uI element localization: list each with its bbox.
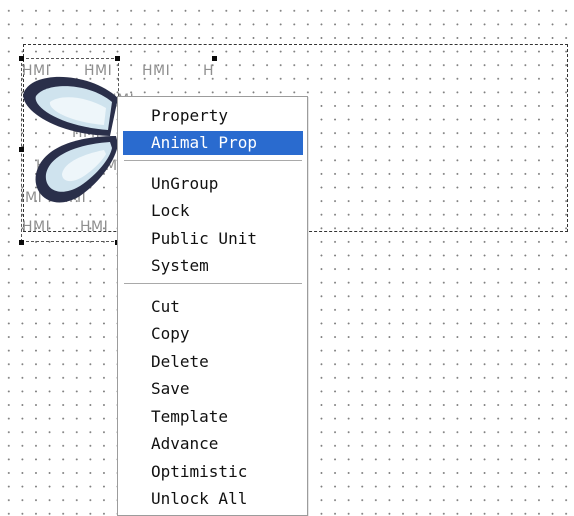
- resize-handle-top-left[interactable]: [19, 56, 24, 61]
- menu-item-ungroup[interactable]: UnGroup: [123, 172, 303, 196]
- menu-item-public-unit[interactable]: Public Unit: [123, 227, 303, 251]
- menu-item-property[interactable]: Property: [123, 104, 303, 128]
- object-selection-frame: [21, 58, 119, 242]
- menu-item-template[interactable]: Template: [123, 405, 303, 429]
- menu-item-lock[interactable]: Lock: [123, 199, 303, 223]
- menu-separator: [124, 283, 302, 285]
- menu-item-copy[interactable]: Copy: [123, 322, 303, 346]
- menu-item-system[interactable]: System: [123, 254, 303, 278]
- resize-handle-top-right[interactable]: [212, 56, 217, 61]
- menu-item-delete[interactable]: Delete: [123, 350, 303, 374]
- hmi-watermark: HMI: [142, 63, 171, 79]
- menu-item-advance[interactable]: Advance: [123, 432, 303, 456]
- menu-item-cut[interactable]: Cut: [123, 295, 303, 319]
- menu-item-save[interactable]: Save: [123, 377, 303, 401]
- menu-separator: [124, 160, 302, 162]
- resize-handle-top-center[interactable]: [115, 56, 120, 61]
- resize-handle-middle-left[interactable]: [19, 147, 24, 152]
- menu-item-optimistic[interactable]: Optimistic: [123, 460, 303, 484]
- design-canvas[interactable]: HMI HMI HMI H HMI HMI HMI HMI HMI HMI HM…: [0, 0, 574, 516]
- context-menu: Property Animal Prop UnGroup Lock Public…: [117, 96, 308, 516]
- hmi-watermark: H: [203, 63, 215, 79]
- resize-handle-bottom-left[interactable]: [19, 240, 24, 245]
- menu-item-animal-prop[interactable]: Animal Prop: [123, 131, 303, 155]
- menu-item-unlock-all[interactable]: Unlock All: [123, 487, 303, 511]
